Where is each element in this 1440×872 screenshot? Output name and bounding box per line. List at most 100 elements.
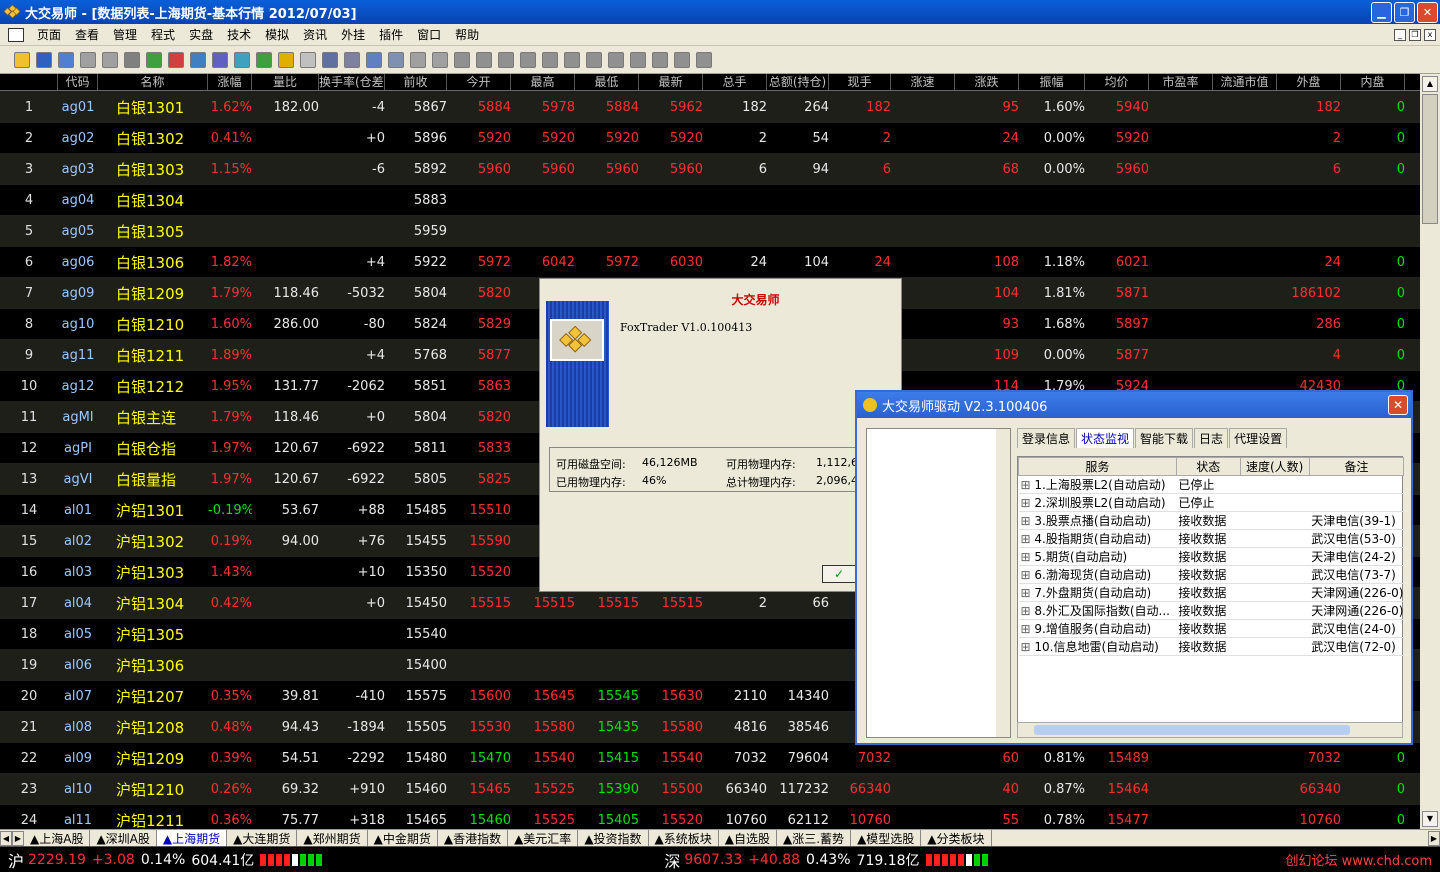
column-header[interactable]: 总额(持仓) — [767, 74, 829, 90]
service-column-header[interactable]: 备注 — [1308, 457, 1405, 476]
toolbar-tool-icon[interactable] — [652, 51, 668, 68]
tab-market[interactable]: ▲自选股 — [719, 829, 778, 847]
toolbar-tool-icon[interactable] — [344, 51, 360, 68]
column-header[interactable]: 名称 — [98, 74, 208, 90]
service-row[interactable]: ⊞ 2.深圳股票L2(自动启动) 已停止 — [1018, 493, 1404, 512]
column-header[interactable]: 换手率(仓差) — [319, 74, 385, 90]
service-column-header[interactable]: 速度(人数) — [1239, 457, 1310, 476]
menu-item[interactable]: 窗口 — [410, 26, 448, 43]
column-header[interactable]: 前收 — [385, 74, 447, 90]
column-header[interactable]: 量比 — [252, 74, 319, 90]
column-header[interactable]: 涨跌 — [955, 74, 1019, 90]
toolbar-tool-icon[interactable] — [124, 51, 140, 68]
column-header[interactable]: 现手 — [829, 74, 891, 90]
toolbar-tool-icon[interactable] — [608, 51, 624, 68]
table-row[interactable]: 6 ag06 白银1306 1.82% +4 5922 5972 6042 5972 6030 24… — [0, 246, 1420, 277]
menu-item[interactable]: 页面 — [30, 26, 68, 43]
toolbar-tool-icon[interactable] — [410, 51, 426, 68]
driver-close-button[interactable]: ✕ — [1388, 395, 1408, 415]
toolbar-tool-icon[interactable] — [630, 51, 646, 68]
tabbar-scroll-right-icon[interactable]: ▶ — [1428, 830, 1440, 846]
column-header[interactable] — [0, 74, 58, 90]
scroll-thumb[interactable] — [1422, 94, 1438, 224]
toolbar-tool-icon[interactable] — [586, 51, 602, 68]
column-header[interactable]: 内盘 — [1341, 74, 1405, 90]
toolbar-tool-icon[interactable] — [146, 51, 162, 68]
table-row[interactable]: 5 ag05 白银1305 5959 — [0, 215, 1420, 246]
service-row[interactable]: ⊞ 1.上海股票L2(自动启动) 已停止 — [1018, 475, 1404, 494]
column-header[interactable]: 流通市值 — [1213, 74, 1277, 90]
table-row[interactable]: 1 ag01 白银1301 1.62% 182.00 -4 5867 5884 5978 5884… — [0, 91, 1420, 122]
tab-market[interactable]: ▲香港指数 — [438, 829, 509, 847]
tab-market[interactable]: ▲大连期货 — [227, 829, 298, 847]
menu-item[interactable]: 实盘 — [182, 26, 220, 43]
tab-left-arrow-icon[interactable]: ◀ — [0, 830, 12, 846]
menu-item[interactable]: 外挂 — [334, 26, 372, 43]
close-button[interactable]: ✕ — [1417, 1, 1438, 23]
document-icon[interactable] — [8, 27, 24, 42]
toolbar-tool-icon[interactable] — [14, 51, 30, 68]
toolbar-tool-icon[interactable] — [432, 51, 448, 68]
toolbar-tool-icon[interactable] — [58, 51, 74, 68]
tab-market[interactable]: ▲投资指数 — [578, 829, 649, 847]
tab-market[interactable]: ▲上海A股 — [24, 829, 91, 847]
ok-button[interactable]: ✓ — [822, 565, 856, 583]
expand-icon[interactable]: ⊞ — [1021, 568, 1035, 582]
vertical-scrollbar[interactable]: ▲ ▼ — [1420, 74, 1440, 829]
service-row[interactable]: ⊞ 10.信息地雷(自动启动) 接收数据 武汉电信(72-0) — [1018, 637, 1404, 656]
service-row[interactable]: ⊞ 4.股指期货(自动启动) 接收数据 武汉电信(53-0) — [1018, 529, 1404, 548]
column-header[interactable]: 涨幅 — [208, 74, 252, 90]
toolbar-tool-icon[interactable] — [696, 51, 712, 68]
toolbar-tool-icon[interactable] — [234, 51, 250, 68]
service-column-header[interactable]: 服务 — [1018, 457, 1177, 476]
menu-item[interactable]: 模拟 — [258, 26, 296, 43]
expand-icon[interactable]: ⊞ — [1021, 532, 1035, 546]
table-row[interactable]: 2 ag02 白银1302 0.41% +0 5896 5920 5920 5920 5920 2 5… — [0, 122, 1420, 153]
service-row[interactable]: ⊞ 8.外汇及国际指数(自动... 接收数据 天津网通(226-0) — [1018, 601, 1404, 620]
expand-icon[interactable]: ⊞ — [1021, 514, 1035, 528]
restore-button[interactable]: ❐ — [1394, 1, 1415, 23]
toolbar-tool-icon[interactable] — [300, 51, 316, 68]
service-row[interactable]: ⊞ 7.外盘期货(自动启动) 接收数据 天津网通(226-0) — [1018, 583, 1404, 602]
hscroll-thumb[interactable] — [1034, 725, 1350, 735]
toolbar-tool-icon[interactable] — [168, 51, 184, 68]
tab-market[interactable]: ▲郑州期货 — [297, 829, 368, 847]
column-header[interactable]: 今开 — [447, 74, 511, 90]
toolbar-tool-icon[interactable] — [102, 51, 118, 68]
tab-market[interactable]: ▲深圳A股 — [90, 829, 157, 847]
driver-tab[interactable]: 状态监视 — [1076, 428, 1135, 448]
toolbar-tool-icon[interactable] — [322, 51, 338, 68]
tab-market[interactable]: ▲中金期货 — [368, 829, 438, 847]
toolbar-tool-icon[interactable] — [564, 51, 580, 68]
service-column-header[interactable]: 状态 — [1175, 457, 1241, 476]
column-header[interactable]: 均价 — [1085, 74, 1149, 90]
minimize-button[interactable]: ▁ — [1371, 1, 1392, 23]
tab-market[interactable]: ▲系统板块 — [649, 829, 719, 847]
toolbar-tool-icon[interactable] — [476, 51, 492, 68]
tab-market[interactable]: ▲涨三.蓄势 — [777, 829, 852, 847]
menu-item[interactable]: 插件 — [372, 26, 410, 43]
service-row[interactable]: ⊞ 3.股票点播(自动启动) 接收数据 天津电信(39-1) — [1018, 511, 1404, 530]
tab-market[interactable]: ▲分类板块 — [921, 829, 992, 847]
expand-icon[interactable]: ⊞ — [1021, 586, 1035, 600]
toolbar-tool-icon[interactable] — [256, 51, 272, 68]
service-row[interactable]: ⊞ 5.期货(自动启动) 接收数据 天津电信(24-2) — [1018, 547, 1404, 566]
toolbar-tool-icon[interactable] — [388, 51, 404, 68]
driver-tab[interactable]: 智能下载 — [1135, 428, 1194, 448]
toolbar-tool-icon[interactable] — [520, 51, 536, 68]
toolbar-tool-icon[interactable] — [278, 51, 294, 68]
column-header[interactable]: 振幅 — [1019, 74, 1085, 90]
expand-icon[interactable]: ⊞ — [1021, 640, 1035, 654]
service-list-hscrollbar[interactable] — [1017, 722, 1403, 738]
child-close-icon[interactable]: x — [1424, 28, 1436, 41]
column-header[interactable]: 最高 — [511, 74, 575, 90]
column-header[interactable]: 总手 — [703, 74, 767, 90]
column-header[interactable]: 涨速 — [891, 74, 955, 90]
menu-item[interactable]: 程式 — [144, 26, 182, 43]
toolbar-tool-icon[interactable] — [212, 51, 228, 68]
table-row[interactable]: 22 al09 沪铝1209 0.39% 54.51 -2292 15480 15470 155… — [0, 742, 1420, 773]
driver-tab[interactable]: 代理设置 — [1229, 428, 1288, 448]
table-row[interactable]: 23 al10 沪铝1210 0.26% 69.32 +910 15460 15465 1552… — [0, 773, 1420, 804]
menu-item[interactable]: 资讯 — [296, 26, 334, 43]
service-row[interactable]: ⊞ 9.增值服务(自动启动) 接收数据 武汉电信(24-0) — [1018, 619, 1404, 638]
